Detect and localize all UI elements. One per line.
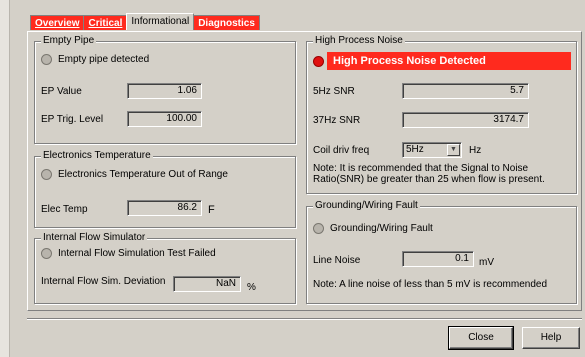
flow-sim-indicator: Internal Flow Simulation Test Failed — [58, 248, 216, 260]
snr5-field[interactable]: 5.7 — [402, 83, 529, 99]
empty-pipe-title: Empty Pipe — [41, 35, 97, 46]
chevron-down-icon[interactable]: ▼ — [447, 144, 460, 156]
flow-sim-title: Internal Flow Simulator — [41, 232, 148, 243]
flow-sim-deviation-unit: % — [247, 282, 256, 293]
process-noise-title: High Process Noise — [313, 35, 405, 46]
flow-sim-deviation-field[interactable]: NaN — [173, 276, 241, 292]
electronics-temp-group: Electronics Temperature Electronics Temp… — [34, 150, 296, 228]
status-led-icon — [313, 223, 324, 234]
line-noise-unit: mV — [479, 257, 494, 268]
empty-pipe-indicator-row: Empty pipe detected — [41, 54, 149, 65]
flow-sim-deviation-label: Internal Flow Sim. Deviation — [41, 276, 166, 287]
footer-divider — [27, 318, 582, 320]
grounding-indicator: Grounding/Wiring Fault — [330, 223, 433, 235]
alarm-led-icon — [313, 56, 324, 67]
grounding-group: Grounding/Wiring Fault Grounding/Wiring … — [306, 200, 577, 304]
ep-value-label: EP Value — [41, 86, 82, 97]
tab-informational[interactable]: Informational — [126, 13, 195, 30]
process-noise-alert: High Process Noise Detected — [327, 52, 571, 70]
snr5-label: 5Hz SNR — [313, 86, 355, 97]
grounding-title: Grounding/Wiring Fault — [313, 200, 420, 211]
line-noise-note: Note: A line noise of less than 5 mV is … — [313, 279, 548, 290]
electronics-temp-indicator: Electronics Temperature Out of Range — [58, 169, 228, 181]
status-led-icon — [41, 169, 52, 180]
elec-temp-label: Elec Temp — [41, 204, 88, 215]
snr37-label: 37Hz SNR — [313, 115, 361, 126]
tab-overview[interactable]: Overview — [30, 15, 85, 30]
elec-temp-unit: F — [208, 204, 215, 216]
line-noise-field[interactable]: 0.1 — [402, 251, 474, 267]
snr37-field[interactable]: 3174.7 — [402, 112, 529, 128]
status-led-icon — [41, 248, 52, 259]
close-button[interactable]: Close — [448, 326, 514, 350]
help-button[interactable]: Help — [522, 327, 580, 349]
electronics-temp-indicator-row: Electronics Temperature Out of Range — [41, 169, 228, 180]
snr-note: Note: It is recommended that the Signal … — [313, 163, 545, 185]
left-strip — [0, 0, 10, 357]
ep-value-field[interactable]: 1.06 — [127, 83, 202, 99]
ep-trig-field[interactable]: 100.00 — [127, 111, 202, 127]
tab-panel: Empty Pipe Empty pipe detected EP Value … — [27, 31, 582, 311]
coil-freq-unit: Hz — [469, 145, 482, 156]
diagnostics-window: Overview Critical Informational Diagnost… — [0, 0, 585, 357]
tab-bar: Overview Critical Informational Diagnost… — [30, 13, 260, 32]
ep-trig-label: EP Trig. Level — [41, 114, 104, 125]
line-noise-label: Line Noise — [313, 255, 361, 266]
flow-sim-group: Internal Flow Simulator Internal Flow Si… — [34, 232, 296, 304]
status-led-icon — [41, 54, 52, 65]
empty-pipe-group: Empty Pipe Empty pipe detected EP Value … — [34, 35, 296, 144]
coil-freq-value: 5Hz — [406, 144, 424, 155]
electronics-temp-title: Electronics Temperature — [41, 150, 153, 161]
coil-freq-label: Coil driv freq — [313, 145, 370, 156]
coil-freq-select[interactable]: 5Hz ▼ — [402, 142, 462, 158]
empty-pipe-indicator: Empty pipe detected — [58, 54, 150, 66]
grounding-indicator-row: Grounding/Wiring Fault — [313, 223, 433, 234]
tab-critical[interactable]: Critical — [83, 15, 128, 30]
flow-sim-indicator-row: Internal Flow Simulation Test Failed — [41, 248, 216, 259]
elec-temp-field[interactable]: 86.2 — [127, 200, 202, 216]
process-noise-group: High Process Noise High Process Noise De… — [306, 35, 577, 194]
tab-diagnostics[interactable]: Diagnostics — [193, 15, 260, 30]
